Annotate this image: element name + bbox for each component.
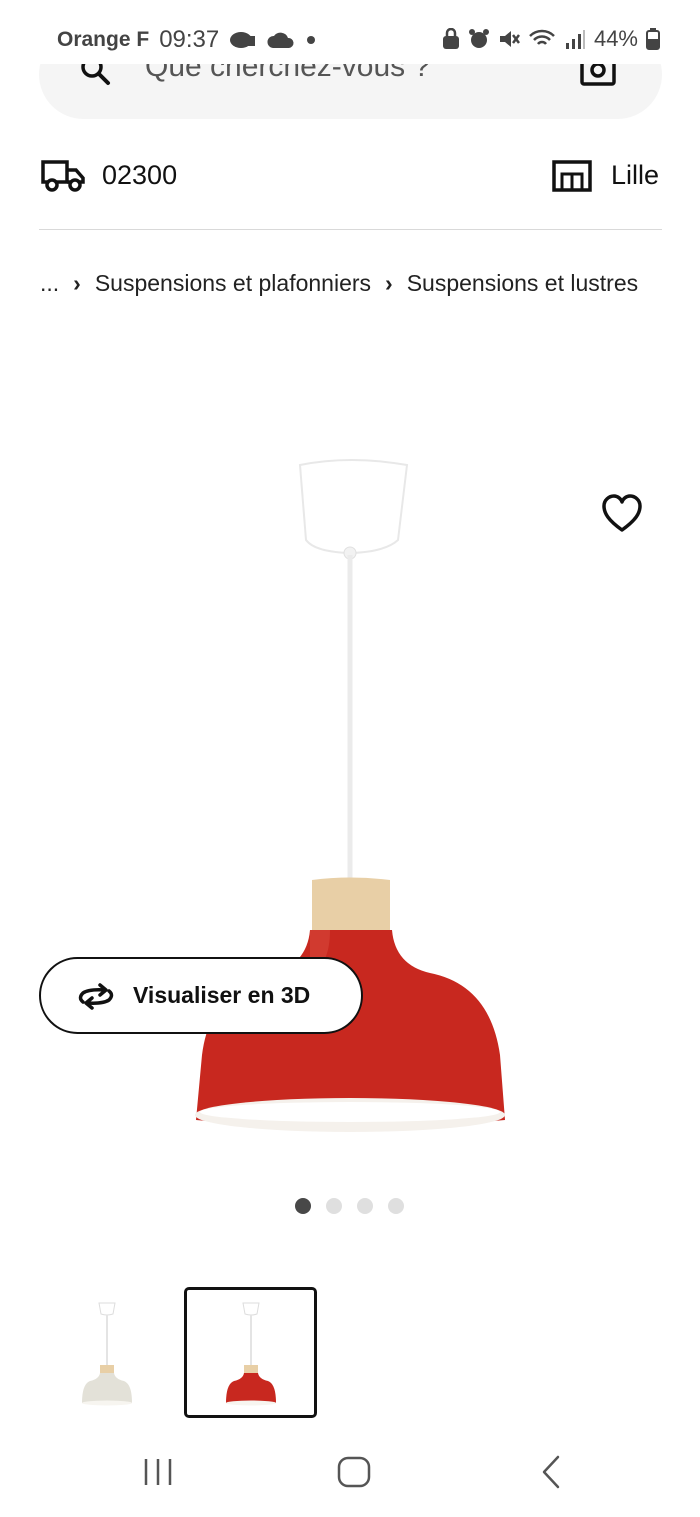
breadcrumb: ... › Suspensions et plafonniers › Suspensio… — [40, 262, 662, 305]
carousel-indicator — [295, 1198, 404, 1214]
carousel-dot[interactable] — [326, 1198, 342, 1214]
store-name[interactable]: Lille — [611, 160, 659, 191]
variant-thumbnail-beige[interactable] — [40, 1287, 173, 1418]
view-3d-button[interactable]: Visualiser en 3D — [39, 957, 363, 1034]
recent-apps-icon[interactable] — [140, 1456, 176, 1488]
carousel-dot[interactable] — [295, 1198, 311, 1214]
battery-icon — [646, 28, 660, 50]
home-icon[interactable] — [336, 1455, 372, 1489]
view-3d-label: Visualiser en 3D — [133, 982, 311, 1008]
alarm-icon — [468, 29, 489, 48]
heart-icon[interactable] — [600, 493, 644, 535]
variant-thumbnail-red[interactable] — [184, 1287, 317, 1418]
breadcrumb-item-ceiling-lights[interactable]: Suspensions et plafonniers — [95, 270, 371, 296]
battery-percent: 44% — [593, 26, 638, 51]
product-image[interactable] — [190, 455, 510, 1145]
status-left: Orange F 09:37 — [57, 26, 317, 54]
carousel-dot[interactable] — [357, 1198, 373, 1214]
signal-icon — [565, 30, 585, 49]
truck-icon[interactable] — [40, 158, 86, 194]
wifi-icon — [529, 29, 555, 45]
breadcrumb-item-pendant-lights[interactable]: Suspensions et lustres — [407, 270, 638, 296]
back-icon[interactable] — [538, 1454, 564, 1490]
chat-bubble-icon — [230, 32, 256, 48]
chevron-right-icon: › — [385, 270, 393, 296]
cloud-icon — [267, 32, 294, 48]
store-icon[interactable] — [552, 160, 592, 192]
delivery-postal-code[interactable]: 02300 — [102, 160, 177, 191]
carousel-dot[interactable] — [388, 1198, 404, 1214]
clock: 09:37 — [159, 26, 220, 53]
rotate-3d-icon — [78, 982, 114, 1010]
mute-icon — [499, 31, 520, 47]
lock-icon — [442, 28, 459, 49]
carrier-name: Orange F — [57, 28, 150, 51]
breadcrumb-ellipsis[interactable]: ... — [40, 270, 59, 296]
divider — [39, 229, 662, 230]
dot-icon — [307, 36, 316, 44]
chevron-right-icon: › — [73, 270, 81, 296]
status-right: 44% — [442, 26, 660, 52]
